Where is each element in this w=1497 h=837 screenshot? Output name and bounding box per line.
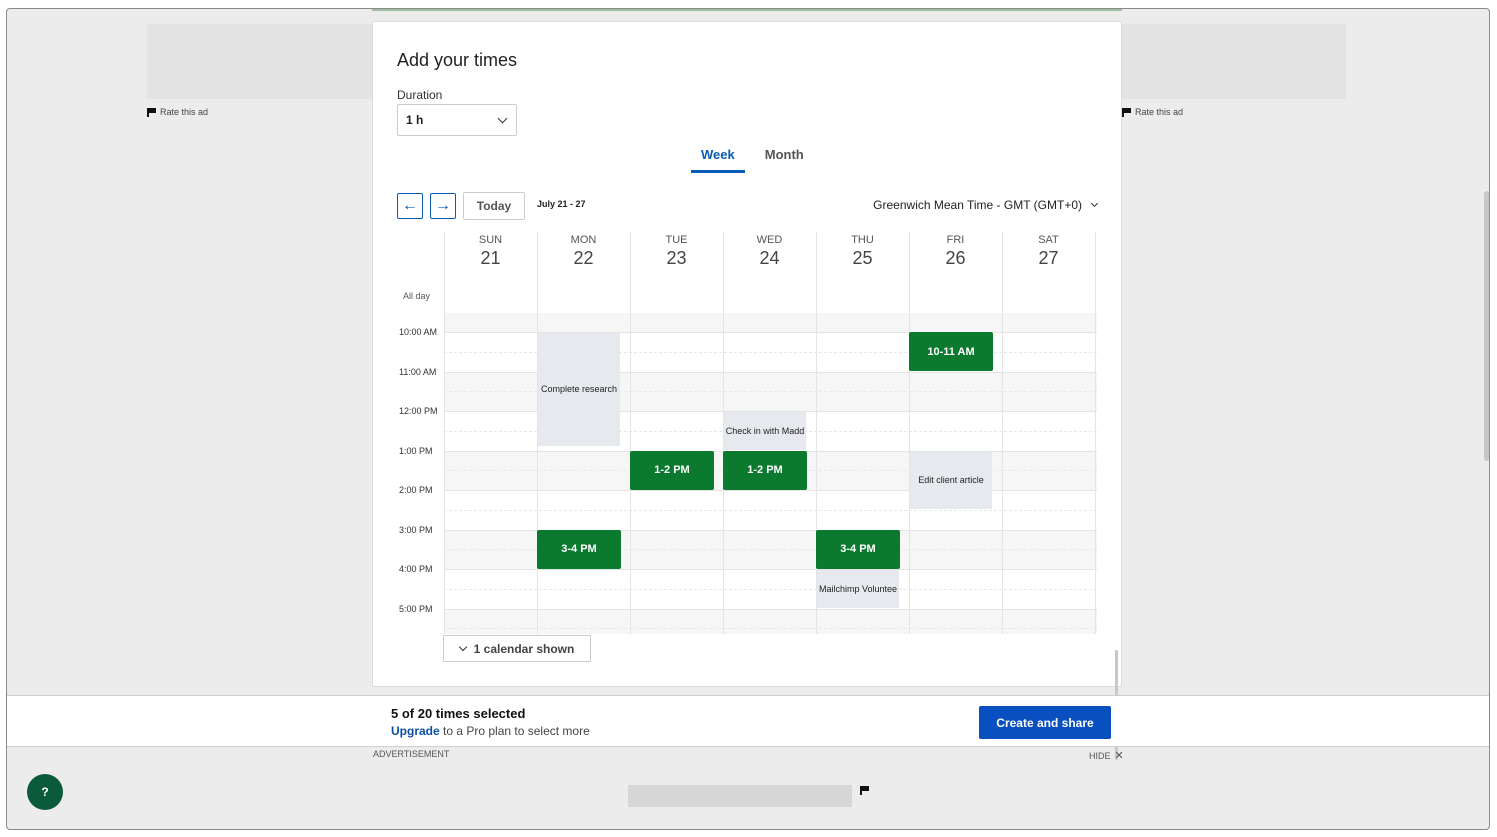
- arrow-left-icon: ←: [402, 197, 418, 214]
- date-range: July 21 - 27: [537, 199, 586, 209]
- busy-event: Edit client article: [910, 451, 992, 509]
- rate-ad-label: Rate this ad: [1135, 107, 1184, 117]
- time-label: 3:00 PM: [399, 524, 433, 535]
- day-header-tue: TUE 23: [630, 232, 723, 269]
- week-calendar: All day 10:00 AM 11:00 AM 12:00 PM 1:00 PM 2…: [397, 232, 1118, 760]
- grid-band: [444, 609, 1097, 634]
- day-of-week: MON: [570, 234, 597, 246]
- flag-icon: [147, 107, 156, 117]
- day-number: 27: [1038, 248, 1059, 268]
- busy-event: Check in with Madd: [724, 412, 806, 450]
- prev-week-button[interactable]: ←: [397, 193, 423, 219]
- grid-column-line: [909, 232, 910, 634]
- chevron-down-icon: [458, 642, 467, 651]
- time-label: 11:00 AM: [399, 366, 437, 377]
- day-of-week: FRI: [946, 234, 965, 246]
- close-icon: ✕: [1114, 750, 1124, 762]
- view-tabs: Week Month: [691, 144, 814, 173]
- grid-column-line: [1002, 232, 1003, 634]
- rate-ad-left[interactable]: Rate this ad: [147, 107, 208, 117]
- timezone-label: Greenwich Mean Time - GMT (GMT+0): [873, 198, 1082, 212]
- busy-event: Complete research: [538, 333, 620, 446]
- calendars-shown-toggle[interactable]: 1 calendar shown: [443, 635, 591, 662]
- day-number: 21: [480, 248, 501, 268]
- hide-label: HIDE: [1089, 750, 1111, 761]
- selected-time-slot[interactable]: 1-2 PM: [630, 450, 714, 490]
- day-header-sun: SUN 21: [444, 232, 537, 269]
- all-day-label: All day: [403, 291, 431, 301]
- rate-ad-right[interactable]: Rate this ad: [1122, 107, 1183, 117]
- calendars-shown-label: 1 calendar shown: [473, 641, 575, 656]
- day-header-thu: THU 25: [816, 232, 909, 269]
- grid-half-hour-line: [444, 628, 1097, 630]
- selected-time-slot[interactable]: 1-2 PM: [723, 450, 807, 490]
- selection-count: 5 of 20 times selected: [391, 706, 526, 721]
- ad-left[interactable]: [147, 24, 379, 99]
- chevron-down-icon: [497, 113, 508, 124]
- selection-footer: 5 of 20 times selected Upgrade to a Pro …: [7, 695, 1489, 747]
- flag-icon[interactable]: [860, 786, 869, 795]
- time-label: 4:00 PM: [399, 564, 433, 574]
- modal-top-border: [372, 9, 1122, 11]
- selected-time-slot[interactable]: 3-4 PM: [816, 529, 900, 569]
- help-button[interactable]: ?: [27, 774, 63, 810]
- ad-right[interactable]: [1119, 24, 1346, 99]
- grid-column-line: [630, 232, 631, 634]
- time-label: 2:00 PM: [399, 485, 433, 495]
- day-header-mon: MON 22: [537, 232, 630, 269]
- grid-column-line: [444, 232, 445, 634]
- day-header-sat: SAT 27: [1002, 232, 1095, 269]
- day-of-week: THU: [851, 234, 874, 246]
- selected-time-slot[interactable]: 3-4 PM: [537, 529, 621, 569]
- upgrade-text: Upgrade to a Pro plan to select more: [391, 724, 590, 738]
- day-header-fri: FRI 26: [909, 232, 1002, 269]
- create-and-share-button[interactable]: Create and share: [979, 706, 1111, 739]
- grid-hour-line: [444, 569, 1097, 570]
- day-header-wed: WED 24: [723, 232, 816, 269]
- duration-label: Duration: [397, 88, 443, 102]
- day-of-week: SUN: [478, 234, 503, 246]
- selected-time-slot[interactable]: 10-11 AM: [909, 332, 993, 371]
- hide-ad-button[interactable]: HIDE ✕: [1089, 749, 1124, 762]
- grid-column-line: [1095, 232, 1096, 634]
- day-of-week: SAT: [1038, 234, 1059, 246]
- time-label: 1:00 PM: [399, 445, 433, 456]
- page-scrollbar[interactable]: [1484, 191, 1489, 461]
- grid-hour-line: [444, 608, 1097, 610]
- time-label: 10:00 AM: [399, 327, 438, 337]
- time-label: 12:00 PM: [399, 406, 438, 416]
- ad-bottom[interactable]: [628, 785, 852, 807]
- today-button[interactable]: Today: [463, 192, 525, 220]
- grid-hour-line: [444, 490, 1097, 491]
- day-number: 25: [852, 248, 873, 268]
- day-number: 22: [573, 248, 594, 268]
- upgrade-rest: to a Pro plan to select more: [439, 724, 590, 738]
- grid-half-hour-line: [444, 509, 1097, 511]
- tab-month[interactable]: Month: [755, 144, 814, 173]
- day-of-week: WED: [756, 234, 783, 246]
- day-number: 26: [945, 248, 966, 268]
- tab-week[interactable]: Week: [691, 144, 745, 173]
- arrow-right-icon: →: [435, 197, 451, 214]
- browser-frame: Rate this ad Rate this ad Add your times…: [6, 8, 1490, 830]
- timezone-select[interactable]: Greenwich Mean Time - GMT (GMT+0): [873, 198, 1099, 212]
- upgrade-link[interactable]: Upgrade: [391, 724, 440, 738]
- calendar-grid[interactable]: Complete research Check in with Madd Edit …: [444, 232, 1097, 634]
- busy-event: Mailchimp Voluntee: [817, 570, 899, 608]
- grid-half-hour-line: [444, 588, 1097, 590]
- time-label: 5:00 PM: [399, 603, 433, 614]
- add-times-modal: Add your times Duration 1 h Week Month ←…: [372, 21, 1122, 760]
- day-number: 23: [666, 248, 687, 268]
- grid-band: [444, 313, 1097, 332]
- duration-select[interactable]: 1 h: [397, 104, 517, 136]
- flag-icon: [1122, 107, 1131, 117]
- day-of-week: TUE: [665, 234, 688, 246]
- chevron-down-icon: [1090, 199, 1099, 207]
- duration-value: 1 h: [406, 113, 424, 127]
- next-week-button[interactable]: →: [430, 193, 456, 219]
- day-number: 24: [759, 248, 780, 268]
- advertisement-label: ADVERTISEMENT: [373, 749, 450, 759]
- rate-ad-label: Rate this ad: [160, 107, 209, 117]
- modal-title: Add your times: [397, 50, 518, 70]
